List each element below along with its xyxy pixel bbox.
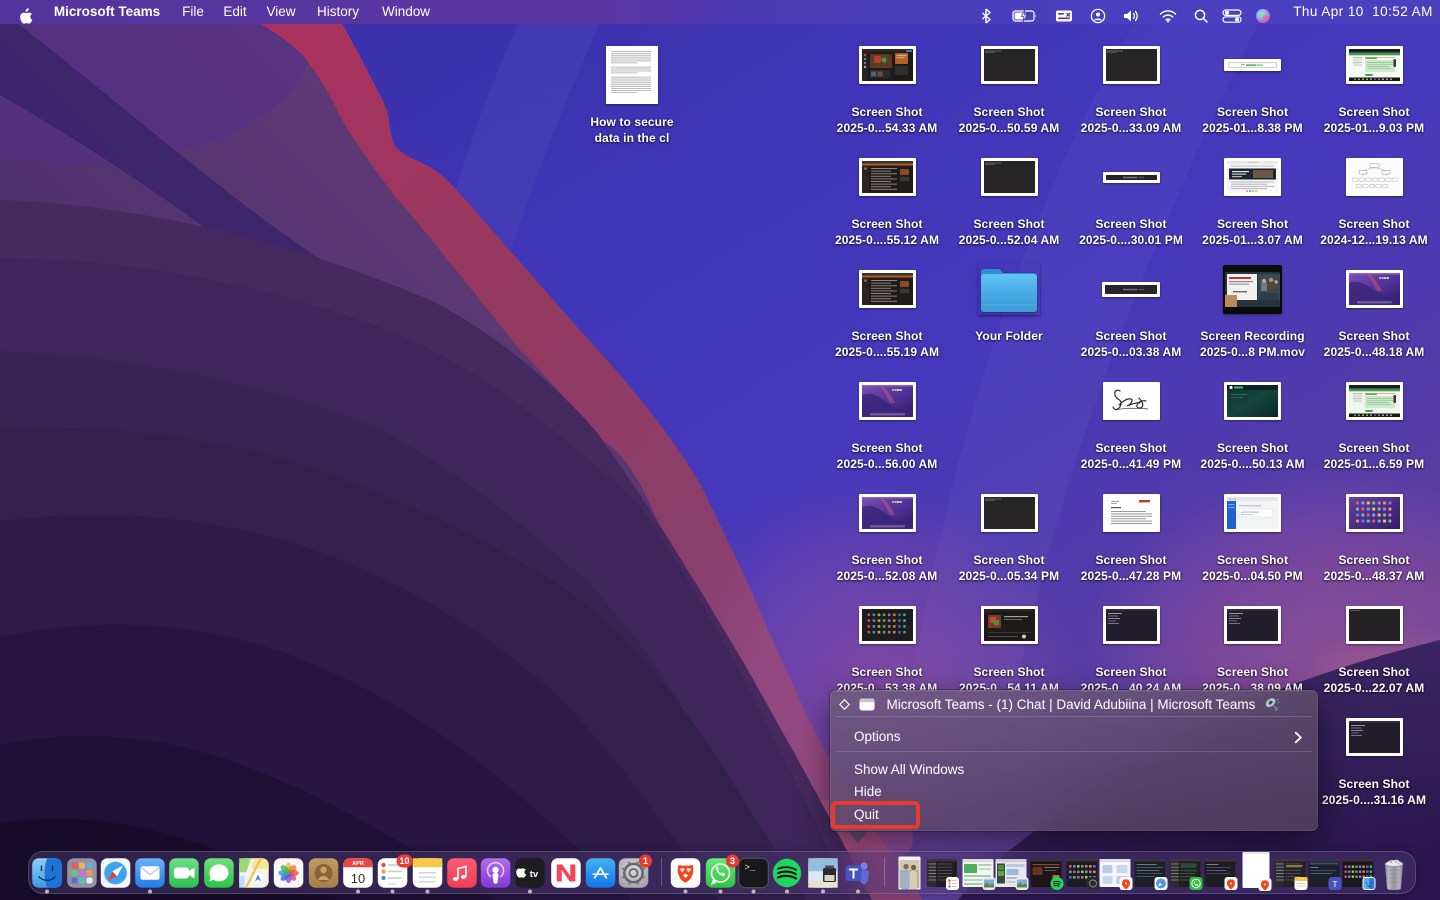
svg-text:>_: >_ bbox=[745, 863, 756, 873]
svg-text:1: 1 bbox=[643, 856, 648, 866]
svg-text:tv: tv bbox=[530, 869, 539, 880]
svg-text:10: 10 bbox=[351, 871, 365, 886]
svg-text:3: 3 bbox=[730, 856, 735, 866]
svg-text:T: T bbox=[1332, 879, 1337, 889]
svg-text:APR: APR bbox=[352, 861, 364, 867]
svg-text:10: 10 bbox=[399, 856, 409, 866]
